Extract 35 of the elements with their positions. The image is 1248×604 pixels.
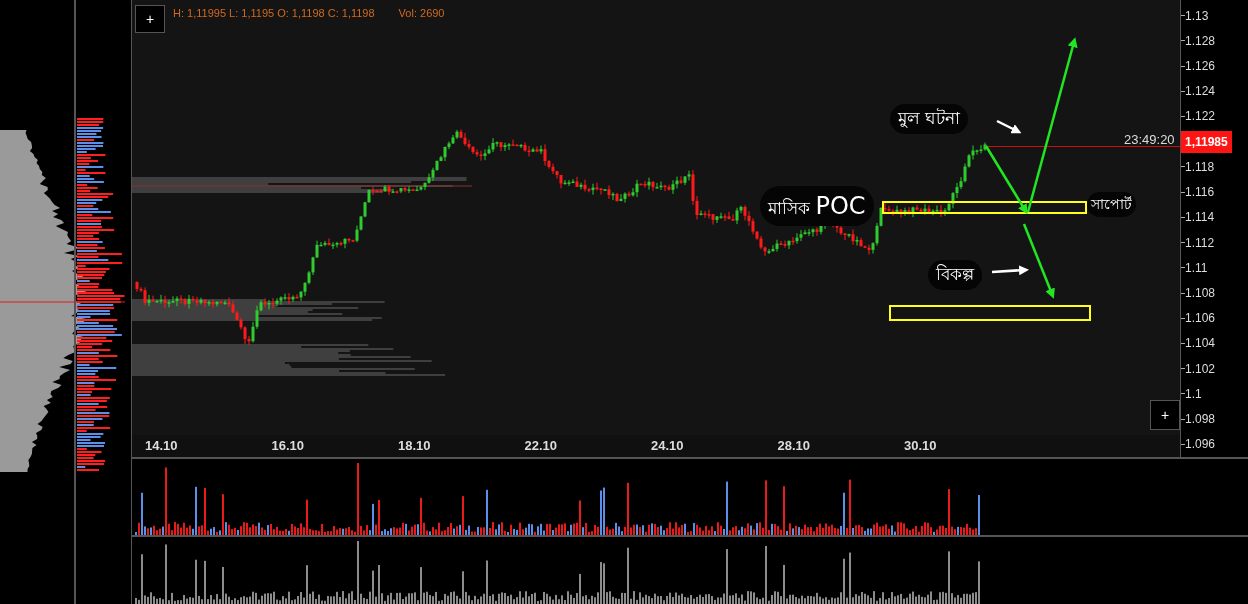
price-tick-label: 1.096: [1185, 436, 1216, 454]
ohlc-readout: H: 1,11995 L: 1,1195 O: 1,1198 C: 1,1198: [173, 5, 375, 21]
arrow: [996, 119, 1022, 134]
annotation-label: সাপোর্ট: [1087, 192, 1136, 217]
price-tick-label: 1.13: [1185, 7, 1209, 25]
annotation-label: মাসিক POC: [760, 186, 874, 226]
current-price-label: 1,11985: [1181, 130, 1232, 153]
price-tick-label: 1.108: [1185, 285, 1216, 302]
date-label: 14.10: [145, 437, 179, 456]
price-tick-label: 1.116: [1185, 184, 1215, 202]
countdown-timer: 23:49:20: [1124, 131, 1175, 149]
price-tick-label: 1.112: [1185, 234, 1215, 252]
date-label: 18.10: [398, 437, 432, 456]
price-tick-label: 1.114: [1185, 209, 1215, 227]
add-button[interactable]: +: [1150, 400, 1180, 430]
add-button[interactable]: +: [135, 5, 165, 33]
date-label: 30.10: [904, 437, 938, 456]
price-tick-label: 1.122: [1185, 108, 1216, 126]
price-tick-label: 1.098: [1185, 411, 1216, 429]
price-tick-label: 1.1: [1185, 385, 1202, 403]
price-tick-label: 1.104: [1185, 335, 1216, 353]
date-label: 24.10: [651, 437, 685, 456]
annotation-label: মুল ঘটনা: [890, 104, 969, 134]
volume-readout: Vol: 2690: [398, 5, 445, 21]
price-tick-label: 1.11: [1185, 259, 1208, 277]
price-tick-label: 1.126: [1185, 58, 1216, 76]
annotation-label: বিকল্প: [928, 260, 982, 290]
date-label: 22.10: [524, 437, 559, 456]
date-label: 16.10: [271, 437, 306, 456]
price-tick-label: 1.124: [1185, 83, 1216, 101]
price-tick-label: 1.106: [1185, 310, 1216, 328]
price-tick-label: 1.128: [1185, 32, 1216, 50]
price-tick-label: 1.118: [1185, 158, 1215, 176]
price-tick-label: 1.102: [1185, 360, 1216, 378]
date-label: 28.10: [777, 437, 812, 456]
